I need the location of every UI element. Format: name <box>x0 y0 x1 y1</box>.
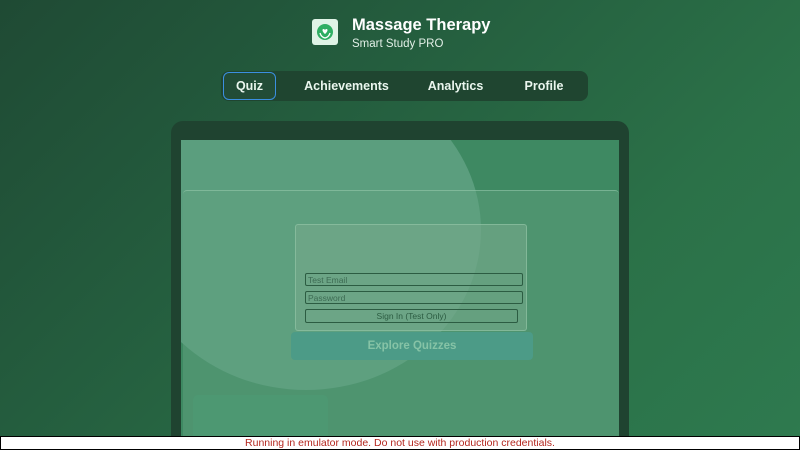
app-header: Massage Therapy Smart Study PRO <box>312 16 490 51</box>
login-card: Sign In (Test Only) <box>295 224 527 331</box>
emulator-warning-banner: Running in emulator mode. Do not use wit… <box>0 436 800 450</box>
main-nav: Quiz Achievements Analytics Profile <box>221 71 588 101</box>
tab-quiz[interactable]: Quiz <box>223 72 276 100</box>
email-field[interactable] <box>305 273 523 286</box>
device-mockup: Sign In (Test Only) Explore Quizzes <box>171 121 629 450</box>
app-title: Massage Therapy <box>352 16 491 34</box>
sign-in-button[interactable]: Sign In (Test Only) <box>305 309 518 323</box>
explore-quizzes-button[interactable]: Explore Quizzes <box>291 332 533 360</box>
tab-profile[interactable]: Profile <box>513 72 575 100</box>
tab-achievements[interactable]: Achievements <box>293 72 400 100</box>
device-screen: Sign In (Test Only) Explore Quizzes <box>181 140 619 450</box>
app-subtitle: Smart Study PRO <box>352 38 444 50</box>
tab-analytics[interactable]: Analytics <box>418 72 493 100</box>
hands-heart-icon <box>312 19 338 45</box>
password-field[interactable] <box>305 291 523 304</box>
app-titles: Massage Therapy Smart Study PRO <box>352 16 490 51</box>
